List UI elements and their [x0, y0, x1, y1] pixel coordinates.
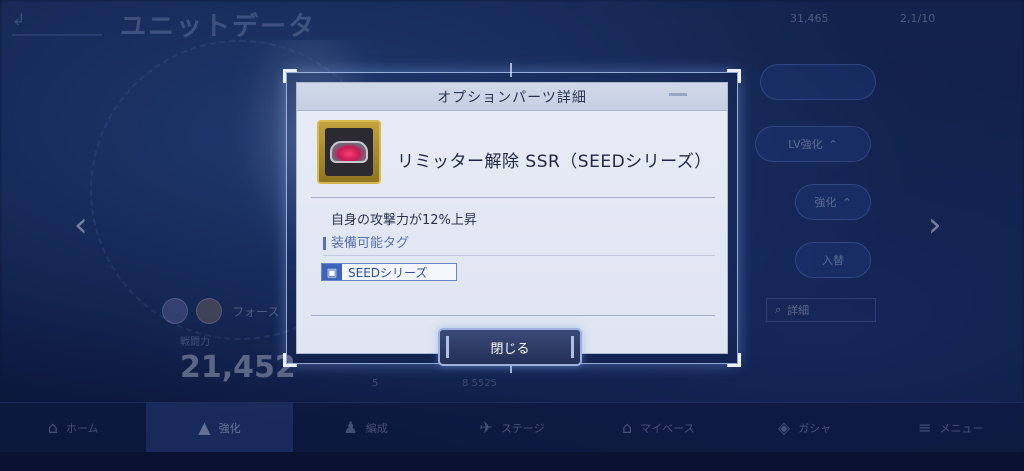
robot-icon: ▣	[322, 264, 342, 280]
tag-chip: ▣ SEEDシリーズ	[321, 263, 457, 281]
option-part-name: リミッター解除 SSR（SEEDシリーズ）	[397, 152, 712, 172]
close-button[interactable]: 閉じる	[438, 328, 582, 366]
divider	[311, 197, 715, 198]
frame-corner	[283, 353, 297, 367]
effect-description: 自身の攻撃力が12%上昇	[331, 213, 477, 228]
equippable-tag-heading: 装備可能タグ	[323, 237, 409, 250]
option-part-icon	[317, 120, 381, 184]
frame-corner	[727, 353, 741, 367]
frame-corner	[283, 69, 297, 83]
dialog-title: オプションパーツ詳細	[437, 89, 587, 106]
divider	[311, 315, 715, 316]
visor-icon	[330, 141, 368, 163]
frame-tick	[510, 63, 512, 77]
frame-corner	[727, 69, 741, 83]
close-button-label: 閉じる	[490, 341, 530, 357]
header-decoration	[669, 93, 687, 96]
limiter-release-icon	[325, 128, 373, 176]
option-parts-detail-dialog: オプションパーツ詳細 リミッター解除 SSR（SEEDシリーズ） 自身の攻撃力が…	[296, 82, 728, 354]
tag-chip-label: SEEDシリーズ	[348, 265, 428, 280]
dialog-header: オプションパーツ詳細	[297, 83, 727, 111]
divider	[323, 255, 715, 256]
